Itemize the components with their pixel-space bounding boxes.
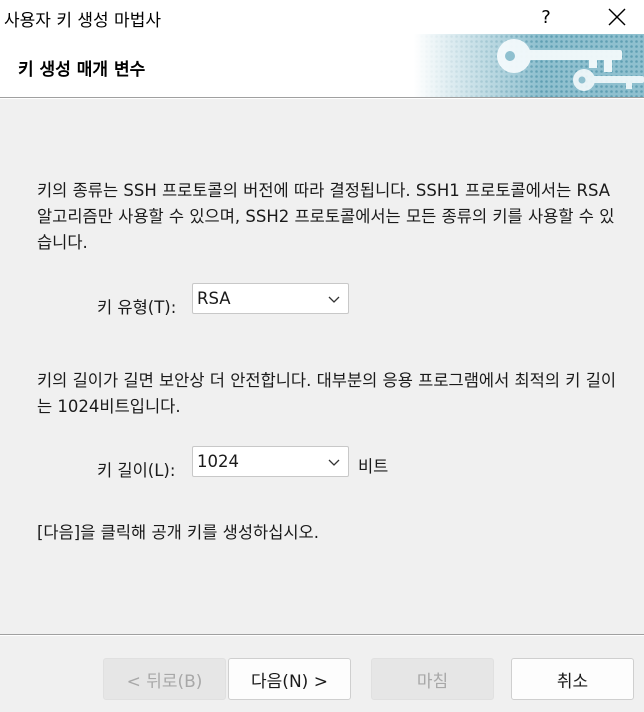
keys-banner-icon xyxy=(414,34,644,98)
wizard-header: 키 생성 매개 변수 xyxy=(0,34,644,98)
next-instruction: [다음]을 클릭해 공개 키를 생성하십시오. xyxy=(37,523,319,542)
window-title: 사용자 키 생성 마법사 xyxy=(4,11,161,31)
cancel-button-label: 취소 xyxy=(556,671,589,692)
key-length-dropdown[interactable]: 1024 xyxy=(192,446,349,477)
cancel-button[interactable]: 취소 xyxy=(511,658,634,700)
key-type-dropdown[interactable]: RSA xyxy=(192,283,349,314)
key-length-label: 키 길이(L): xyxy=(97,461,176,480)
finish-button-label: 마침 xyxy=(416,671,449,692)
help-icon: ? xyxy=(541,6,551,28)
back-button-label: < 뒤로(B) xyxy=(126,671,203,692)
close-icon xyxy=(608,8,626,26)
key-type-description: 키의 종류는 SSH 프로토콜의 버전에 따라 결정됩니다. SSH1 프로토콜… xyxy=(37,181,615,252)
key-generation-wizard-window: 사용자 키 생성 마법사 ? 키 생성 매개 변수 키의 종류는 SSH 프로토… xyxy=(0,0,644,712)
key-type-value: RSA xyxy=(197,289,231,308)
close-button[interactable] xyxy=(590,0,644,34)
next-button-label: 다음(N) > xyxy=(251,671,328,692)
title-bar: 사용자 키 생성 마법사 ? xyxy=(0,0,644,34)
back-button[interactable]: < 뒤로(B) xyxy=(103,658,226,700)
next-button[interactable]: 다음(N) > xyxy=(228,658,351,700)
key-type-label: 키 유형(T): xyxy=(97,298,177,317)
chevron-down-icon xyxy=(328,296,340,303)
chevron-down-icon xyxy=(328,459,340,466)
key-length-unit: 비트 xyxy=(358,457,389,476)
page-title: 키 생성 매개 변수 xyxy=(18,60,146,80)
key-length-description: 키의 길이가 길면 보안상 더 안전합니다. 대부분의 응용 프로그램에서 최적… xyxy=(37,371,617,416)
key-length-value: 1024 xyxy=(197,452,239,471)
help-button[interactable]: ? xyxy=(526,0,566,34)
finish-button[interactable]: 마침 xyxy=(371,658,494,700)
